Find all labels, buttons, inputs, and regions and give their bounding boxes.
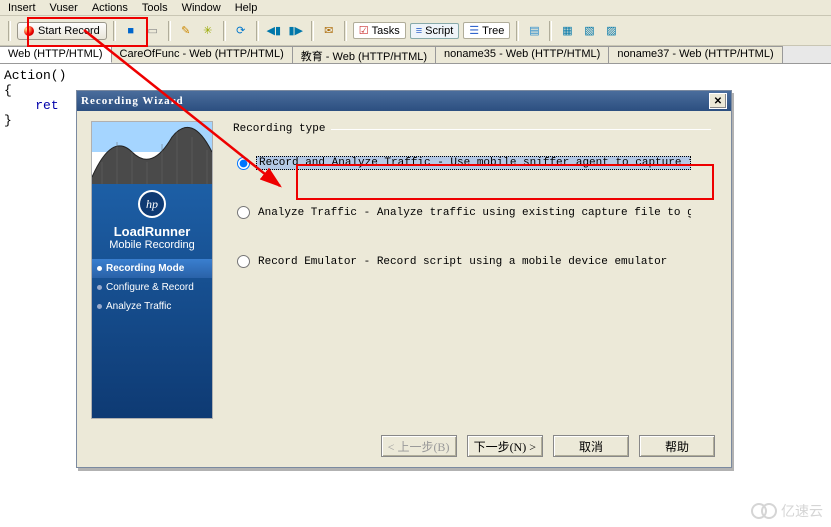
radio-emulator[interactable] [237, 255, 250, 268]
dialog-footer: < 上一步(B) 下一步(N) > 取消 帮助 [77, 429, 731, 463]
refresh-icon[interactable]: ⟳ [232, 22, 250, 40]
layout-a-icon[interactable]: ▦ [558, 22, 576, 40]
toolbar-separator [516, 21, 519, 41]
menu-item-insert[interactable]: Insert [8, 2, 36, 13]
cancel-button[interactable]: 取消 [553, 435, 629, 457]
wizard-side-panel: hp LoadRunner Mobile Recording Recording… [91, 121, 213, 419]
tab-web-http-html[interactable]: Web (HTTP/HTML) [0, 46, 112, 63]
wizard-main-panel: Recording type Record and Analyze Traffi… [213, 111, 731, 429]
option-label: Analyze Traffic - Analyze traffic using … [256, 207, 691, 219]
toolbar-separator [344, 21, 347, 41]
wizard-banner-image [92, 122, 212, 184]
option-record-analyze-traffic[interactable]: Record and Analyze Traffic - Use mobile … [233, 153, 711, 173]
brand-subtitle: Mobile Recording [92, 239, 212, 251]
watermark-text: 亿速云 [781, 501, 823, 521]
tree-icon: ☰ [469, 24, 479, 37]
tab-noname37[interactable]: noname37 - Web (HTTP/HTML) [609, 46, 782, 63]
back-button: < 上一步(B) [381, 435, 457, 457]
bookmark-prev-icon[interactable]: ◀▮ [265, 22, 283, 40]
option-analyze-traffic[interactable]: Analyze Traffic - Analyze traffic using … [233, 203, 711, 222]
script-icon: ≡ [416, 25, 422, 37]
recording-type-label: Recording type [233, 123, 711, 135]
toolbar-separator [113, 21, 116, 41]
tab-careoffunc[interactable]: CareOfFunc - Web (HTTP/HTML) [112, 46, 293, 63]
wand-icon[interactable]: ✎ [177, 22, 195, 40]
wizard-brand-panel: hp LoadRunner Mobile Recording Recording… [92, 184, 212, 418]
hp-logo-icon: hp [138, 190, 166, 218]
main-toolbar: Start Record ■ ▭ ✎ ✳ ⟳ ◀▮ ▮▶ ✉ ☑ Tasks ≡… [0, 16, 831, 46]
bookmark-next-icon[interactable]: ▮▶ [287, 22, 305, 40]
start-record-button[interactable]: Start Record [17, 22, 107, 40]
tree-button[interactable]: ☰ Tree [463, 22, 510, 39]
watermark: 亿速云 [751, 501, 823, 521]
start-record-label: Start Record [38, 25, 100, 37]
option-label: Record Emulator - Record script using a … [256, 256, 669, 268]
tab-jiaoyu[interactable]: 教育 - Web (HTTP/HTML) [293, 46, 436, 63]
tree-label: Tree [482, 25, 504, 37]
link-icon[interactable]: ✳ [199, 22, 217, 40]
toolbar-separator [168, 21, 171, 41]
menu-item-vuser[interactable]: Vuser [50, 2, 78, 13]
option-label: Record and Analyze Traffic - Use mobile … [256, 156, 691, 170]
close-button[interactable]: ✕ [709, 93, 727, 109]
menu-item-help[interactable]: Help [235, 2, 258, 13]
next-button[interactable]: 下一步(N) > [467, 435, 543, 457]
thumb-icon[interactable]: ▤ [525, 22, 543, 40]
script-button[interactable]: ≡ Script [410, 23, 460, 39]
record-icon [24, 26, 34, 36]
recording-wizard-dialog: Recording Wizard ✕ hp L [76, 90, 732, 468]
brand-title: LoadRunner [92, 224, 212, 239]
toolbar-separator [311, 21, 314, 41]
new-icon[interactable]: ▭ [144, 22, 162, 40]
option-record-emulator[interactable]: Record Emulator - Record script using a … [233, 252, 711, 271]
radio-analyze[interactable] [237, 206, 250, 219]
layout-b-icon[interactable]: ▧ [580, 22, 598, 40]
wizard-step-configure-record[interactable]: Configure & Record [92, 278, 212, 297]
tasks-label: Tasks [372, 25, 400, 37]
comment-icon[interactable]: ✉ [320, 22, 338, 40]
dialog-titlebar[interactable]: Recording Wizard ✕ [77, 91, 731, 111]
watermark-icon [761, 503, 777, 519]
wizard-step-recording-mode[interactable]: Recording Mode [92, 259, 212, 278]
rollercoaster-icon [92, 122, 212, 184]
radio-record-analyze[interactable] [237, 157, 250, 170]
toolbar-separator [223, 21, 226, 41]
toolbar-separator [8, 21, 11, 41]
toolbar-separator [256, 21, 259, 41]
dialog-title: Recording Wizard [81, 95, 709, 107]
toolbar-separator [549, 21, 552, 41]
menu-bar: Insert Vuser Actions Tools Window Help [0, 0, 831, 16]
tab-noname35[interactable]: noname35 - Web (HTTP/HTML) [436, 46, 609, 63]
layout-c-icon[interactable]: ▨ [602, 22, 620, 40]
wizard-step-analyze-traffic[interactable]: Analyze Traffic [92, 297, 212, 316]
script-label: Script [425, 25, 453, 37]
help-button[interactable]: 帮助 [639, 435, 715, 457]
menu-item-window[interactable]: Window [182, 2, 221, 13]
menu-item-actions[interactable]: Actions [92, 2, 128, 13]
tasks-button[interactable]: ☑ Tasks [353, 22, 406, 39]
stop-icon[interactable]: ■ [122, 22, 140, 40]
tasks-icon: ☑ [359, 24, 369, 37]
menu-item-tools[interactable]: Tools [142, 2, 168, 13]
document-tabs: Web (HTTP/HTML) CareOfFunc - Web (HTTP/H… [0, 46, 831, 64]
